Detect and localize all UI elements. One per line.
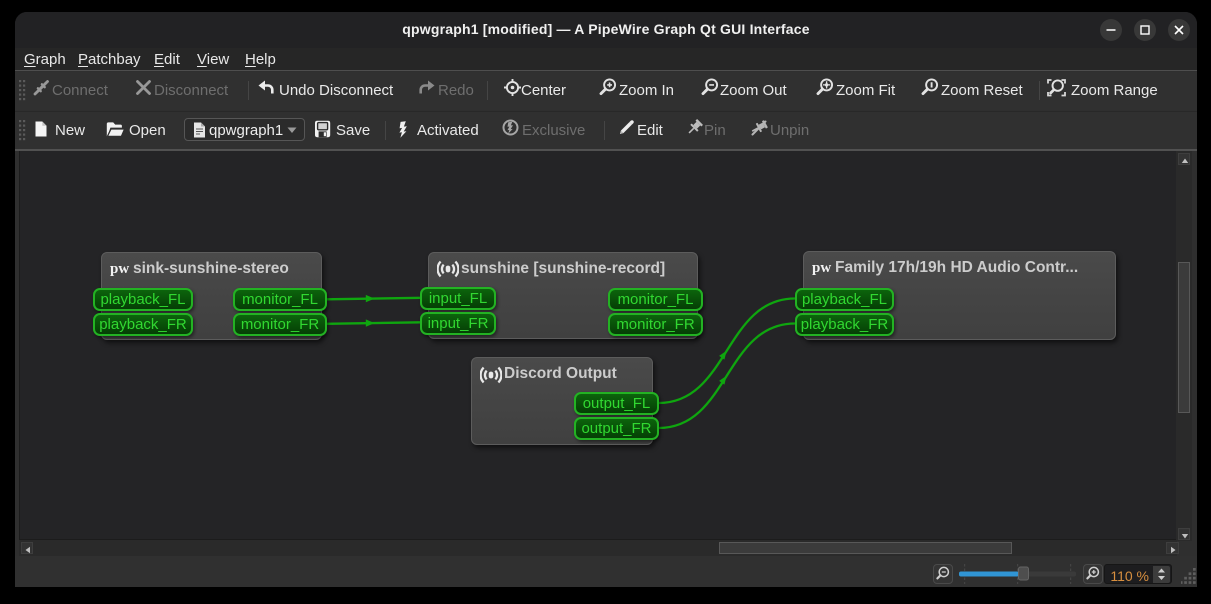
svg-text:pw: pw	[110, 261, 129, 276]
svg-text:pw: pw	[812, 260, 831, 275]
